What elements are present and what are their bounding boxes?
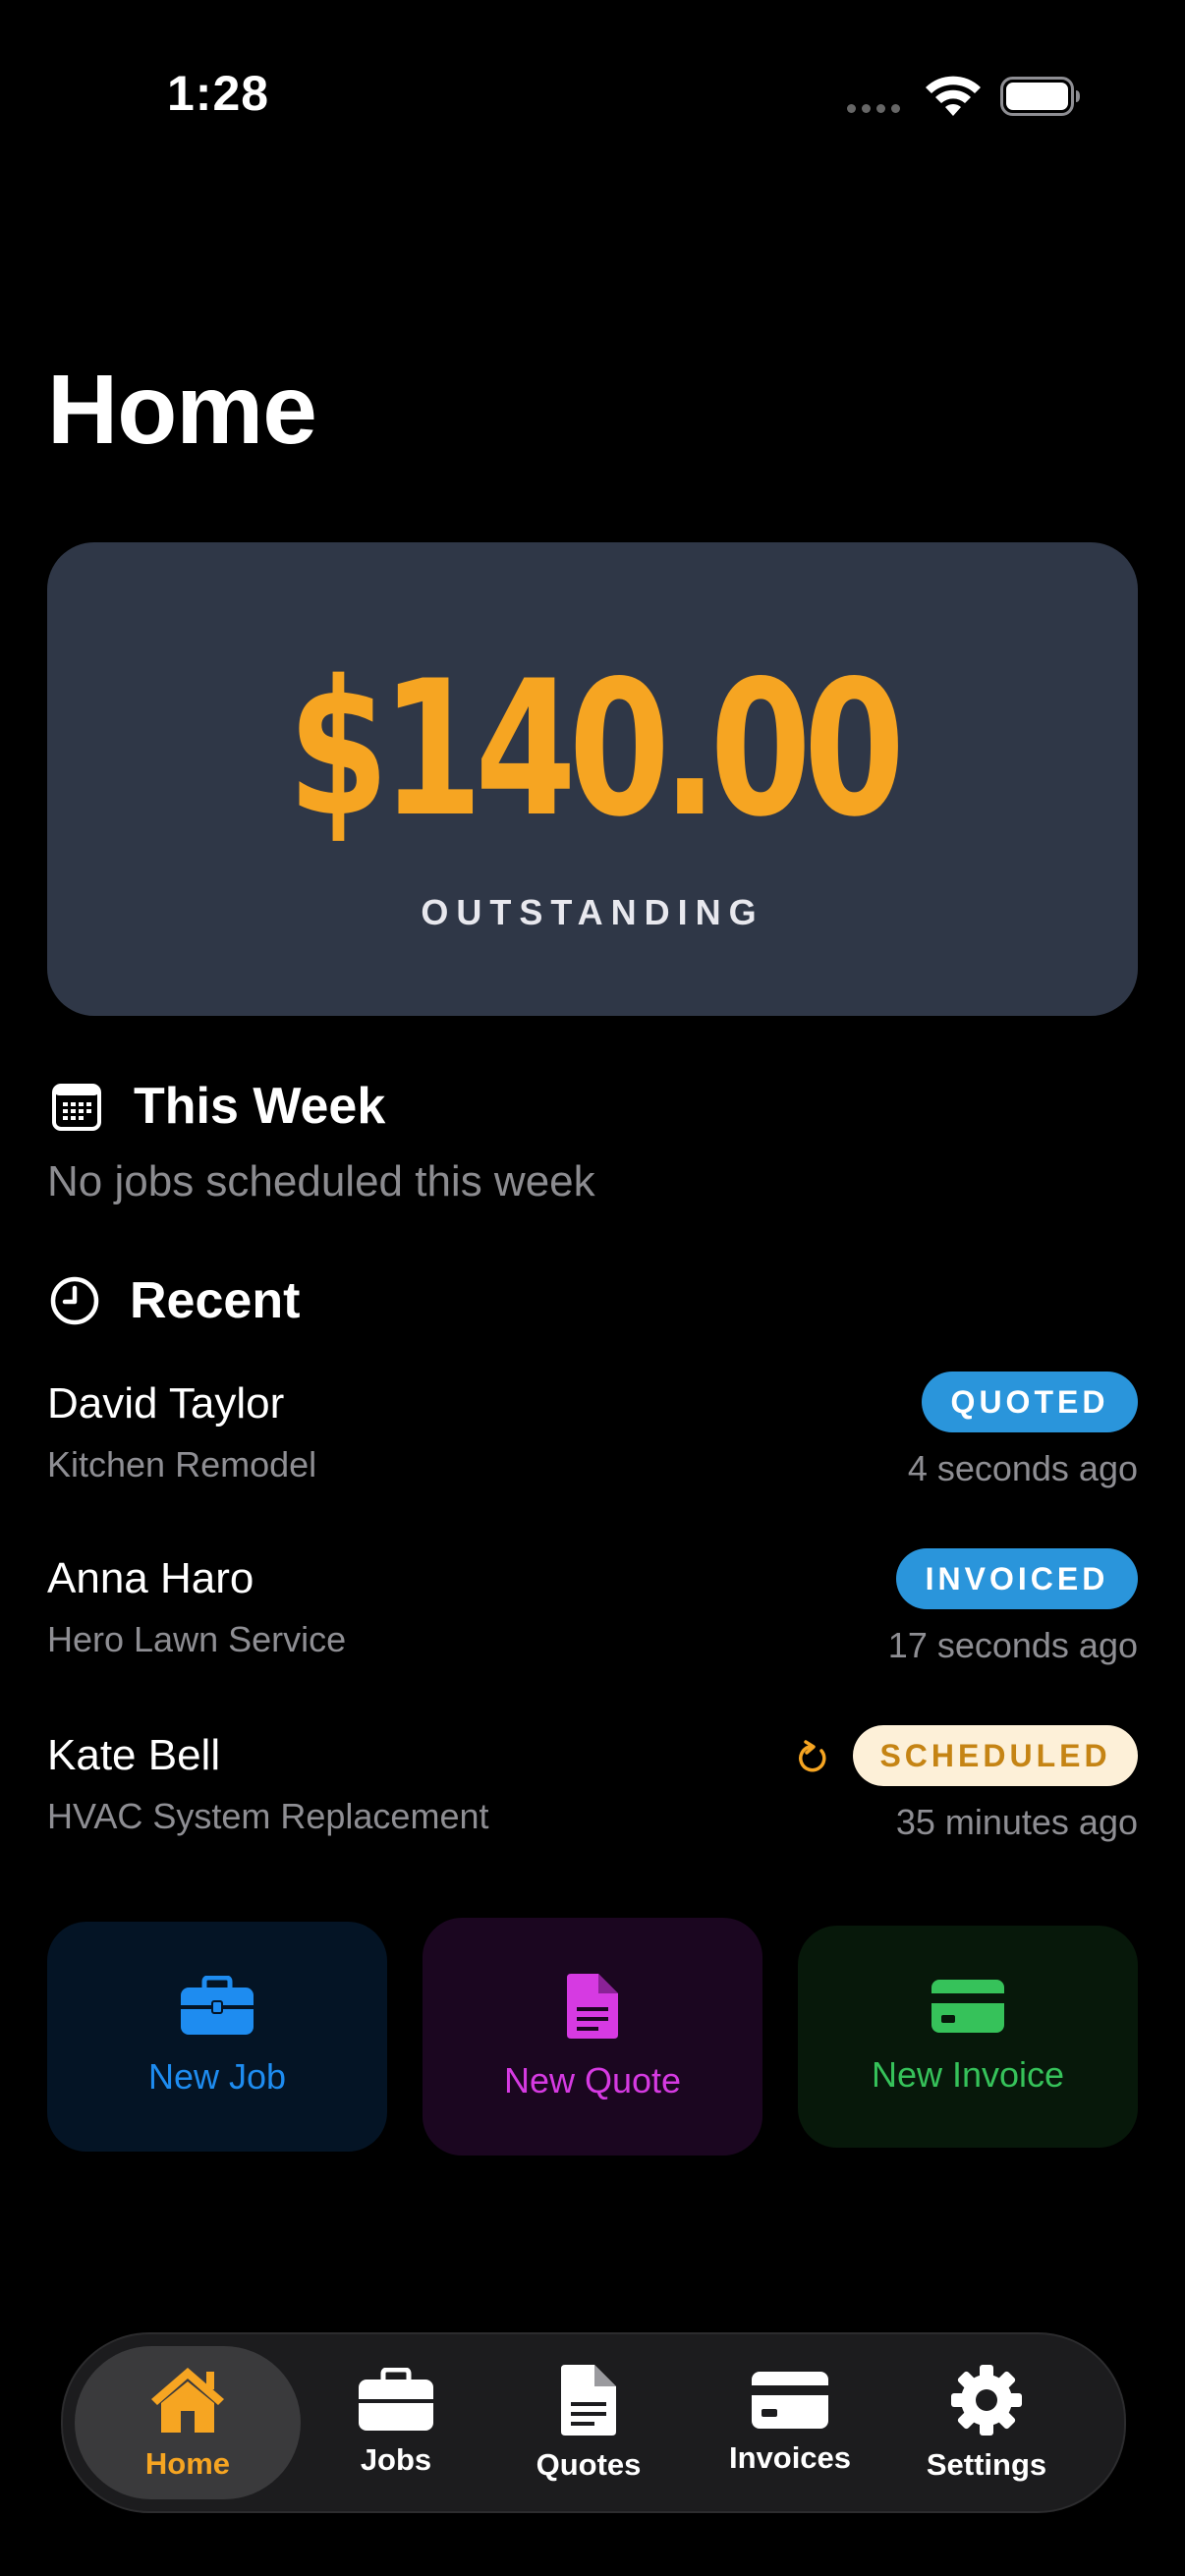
document-icon [567, 1974, 618, 2039]
tab-settings[interactable]: Settings [920, 2334, 1053, 2511]
tab-invoices[interactable]: Invoices [721, 2334, 859, 2511]
new-job-button[interactable]: New Job [47, 1922, 387, 2152]
recurring-icon [799, 1740, 826, 1772]
cellular-dots-icon [847, 104, 900, 113]
tab-home[interactable]: Home [75, 2346, 301, 2499]
new-quote-button[interactable]: New Quote [423, 1918, 762, 2156]
new-invoice-button[interactable]: New Invoice [798, 1926, 1138, 2148]
new-quote-label: New Quote [503, 2060, 682, 2100]
page-title: Home [47, 355, 317, 465]
new-invoice-label: New Invoice [871, 2054, 1065, 2095]
tab-jobs[interactable]: Jobs [334, 2334, 458, 2511]
recent-item[interactable]: David Taylor Kitchen Remodel QUOTED 4 se… [47, 1370, 1138, 1507]
recent-item-time: 35 minutes ago [895, 1802, 1138, 1842]
status-badge-quoted: QUOTED [922, 1372, 1138, 1432]
recent-item-job: Hero Lawn Service [47, 1619, 347, 1659]
credit-card-icon [931, 1980, 1004, 2033]
wifi-icon [926, 76, 981, 116]
status-badge-scheduled: SCHEDULED [853, 1725, 1138, 1786]
calendar-icon [52, 1084, 101, 1131]
tab-quotes[interactable]: Quotes [527, 2334, 650, 2511]
recent-item-name: Kate Bell [47, 1731, 221, 1779]
tab-label: Jobs [360, 2442, 432, 2477]
gear-icon [951, 2365, 1022, 2436]
this-week-empty-text: No jobs scheduled this week [47, 1157, 595, 1205]
briefcase-icon [359, 2368, 433, 2431]
tab-label: Quotes [536, 2447, 642, 2482]
battery-icon [1000, 77, 1080, 116]
outstanding-card[interactable]: $140.00 OUTSTANDING [47, 542, 1138, 1016]
document-icon [561, 2365, 616, 2436]
recent-item[interactable]: Kate Bell HVAC System Replacement SCHEDU… [47, 1721, 1138, 1859]
status-badge-invoiced: INVOICED [896, 1548, 1138, 1609]
recent-item-time: 17 seconds ago [887, 1625, 1138, 1665]
card-icon [752, 2372, 828, 2429]
this-week-title: This Week [134, 1078, 386, 1135]
clock-icon [50, 1276, 99, 1325]
briefcase-icon [181, 1976, 254, 2035]
recent-item-time: 4 seconds ago [907, 1448, 1138, 1488]
recent-title: Recent [130, 1272, 301, 1329]
recent-item-name: David Taylor [47, 1379, 285, 1428]
house-icon [151, 2368, 224, 2433]
status-time: 1:28 [167, 66, 270, 121]
new-job-label: New Job [147, 2056, 287, 2097]
outstanding-amount: $140.00 [287, 641, 905, 858]
tab-bar: Home Jobs Quotes Invoices Settings [61, 2332, 1126, 2513]
tab-label: Home [144, 2446, 231, 2481]
recent-item-name: Anna Haro [47, 1554, 254, 1602]
recent-item-job: HVAC System Replacement [47, 1796, 489, 1836]
tab-label: Invoices [728, 2440, 852, 2475]
outstanding-label: OUTSTANDING [421, 892, 764, 932]
tab-label: Settings [926, 2447, 1047, 2482]
recent-item-job: Kitchen Remodel [47, 1444, 317, 1484]
recent-item[interactable]: Anna Haro Hero Lawn Service INVOICED 17 … [47, 1544, 1138, 1682]
